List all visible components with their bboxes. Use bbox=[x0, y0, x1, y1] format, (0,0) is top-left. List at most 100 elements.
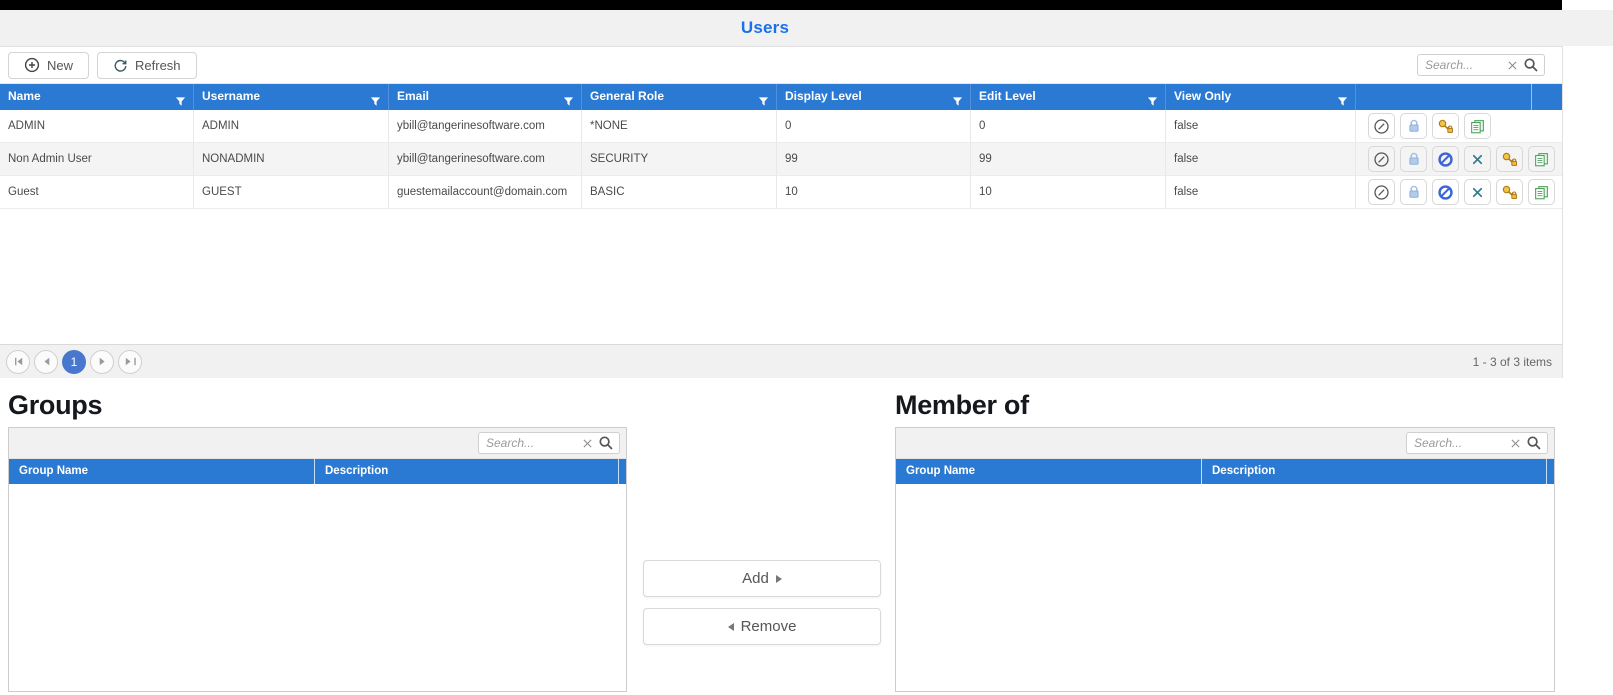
copy-user-button[interactable] bbox=[1528, 146, 1555, 172]
member-of-search-input[interactable] bbox=[1414, 436, 1507, 450]
member-of-section-title: Member of bbox=[895, 390, 1029, 421]
block-user-button[interactable] bbox=[1432, 146, 1459, 172]
groups-grid-header: Group Name Description bbox=[9, 459, 626, 484]
column-header-description[interactable]: Description bbox=[314, 459, 618, 484]
users-grid-header: Name Username Email General Role Display… bbox=[0, 84, 1562, 110]
new-button[interactable]: New bbox=[8, 52, 89, 79]
plus-circle-icon bbox=[24, 57, 40, 73]
lock-user-button[interactable] bbox=[1400, 179, 1427, 205]
copy-user-button[interactable] bbox=[1464, 113, 1491, 139]
permissions-key-button[interactable] bbox=[1496, 146, 1523, 172]
clear-search-icon[interactable] bbox=[1507, 60, 1518, 71]
column-header-edit-level[interactable]: Edit Level bbox=[970, 84, 1165, 110]
page-title: Users bbox=[741, 18, 789, 38]
delete-x-icon bbox=[1470, 152, 1485, 167]
groups-section-title: Groups bbox=[8, 390, 102, 421]
cell-edit-level: 0 bbox=[970, 110, 1165, 142]
column-header-group-name[interactable]: Group Name bbox=[9, 459, 314, 484]
table-row-nonadmin[interactable]: Non Admin User NONADMIN ybill@tangerines… bbox=[0, 143, 1562, 176]
column-header-stub bbox=[1546, 459, 1554, 484]
cell-email: ybill@tangerinesoftware.com bbox=[388, 110, 581, 142]
block-icon bbox=[1437, 151, 1454, 168]
groups-panel: Group Name Description bbox=[8, 427, 627, 692]
column-header-actions bbox=[1355, 84, 1531, 110]
filter-funnel-icon[interactable] bbox=[1337, 91, 1348, 110]
column-header-view-only[interactable]: View Only bbox=[1165, 84, 1355, 110]
cell-username: GUEST bbox=[193, 176, 388, 208]
users-search-box bbox=[1417, 54, 1545, 76]
first-page-button[interactable] bbox=[6, 350, 30, 374]
row-actions bbox=[1355, 110, 1562, 142]
lock-icon bbox=[1406, 118, 1422, 134]
cell-name: Guest bbox=[0, 176, 193, 208]
cell-general-role: SECURITY bbox=[581, 143, 776, 175]
clear-search-icon[interactable] bbox=[1510, 438, 1521, 449]
add-button-label: Add bbox=[742, 570, 769, 587]
column-header-display-level[interactable]: Display Level bbox=[776, 84, 970, 110]
filter-funnel-icon[interactable] bbox=[175, 91, 186, 110]
remove-button-label: Remove bbox=[741, 618, 797, 635]
cell-name: Non Admin User bbox=[0, 143, 193, 175]
permissions-key-button[interactable] bbox=[1496, 179, 1523, 205]
cell-view-only: false bbox=[1165, 110, 1355, 142]
permissions-key-button[interactable] bbox=[1432, 113, 1459, 139]
add-button[interactable]: Add bbox=[643, 560, 881, 597]
lock-icon bbox=[1406, 151, 1422, 167]
edit-user-button[interactable] bbox=[1368, 146, 1395, 172]
block-user-button[interactable] bbox=[1432, 179, 1459, 205]
pager-summary: 1 - 3 of 3 items bbox=[1473, 355, 1552, 369]
key-permissions-icon bbox=[1501, 151, 1518, 168]
new-button-label: New bbox=[47, 58, 73, 73]
arrow-left-icon bbox=[728, 623, 734, 631]
column-header-email[interactable]: Email bbox=[388, 84, 581, 110]
filter-funnel-icon[interactable] bbox=[563, 91, 574, 110]
cell-view-only: false bbox=[1165, 143, 1355, 175]
search-icon[interactable] bbox=[1526, 435, 1542, 451]
column-header-name[interactable]: Name bbox=[0, 84, 193, 110]
search-icon[interactable] bbox=[1523, 57, 1539, 73]
delete-user-button[interactable] bbox=[1464, 146, 1491, 172]
title-band: Users bbox=[0, 10, 1613, 46]
cell-edit-level: 10 bbox=[970, 176, 1165, 208]
clear-search-icon[interactable] bbox=[582, 438, 593, 449]
delete-user-button[interactable] bbox=[1464, 179, 1491, 205]
users-grid-toolbar: New Refresh bbox=[0, 47, 1562, 84]
refresh-button[interactable]: Refresh bbox=[97, 52, 197, 79]
column-header-general-role[interactable]: General Role bbox=[581, 84, 776, 110]
users-grid: New Refresh Name Username Email General … bbox=[0, 46, 1563, 378]
column-header-description[interactable]: Description bbox=[1201, 459, 1546, 484]
cell-username: NONADMIN bbox=[193, 143, 388, 175]
cell-username: ADMIN bbox=[193, 110, 388, 142]
cell-display-level: 10 bbox=[776, 176, 970, 208]
filter-funnel-icon[interactable] bbox=[952, 91, 963, 110]
edit-user-button[interactable] bbox=[1368, 179, 1395, 205]
copy-icon bbox=[1533, 151, 1550, 168]
remove-button[interactable]: Remove bbox=[643, 608, 881, 645]
groups-search-input[interactable] bbox=[486, 436, 579, 450]
lock-icon bbox=[1406, 184, 1422, 200]
edit-user-button[interactable] bbox=[1368, 113, 1395, 139]
copy-user-button[interactable] bbox=[1528, 179, 1555, 205]
pager: 1 1 - 3 of 3 items bbox=[0, 344, 1562, 378]
cell-name: ADMIN bbox=[0, 110, 193, 142]
filter-funnel-icon[interactable] bbox=[758, 91, 769, 110]
search-icon[interactable] bbox=[598, 435, 614, 451]
last-page-button[interactable] bbox=[118, 350, 142, 374]
filter-funnel-icon[interactable] bbox=[370, 91, 381, 110]
table-row-admin[interactable]: ADMIN ADMIN ybill@tangerinesoftware.com … bbox=[0, 110, 1562, 143]
lock-user-button[interactable] bbox=[1400, 146, 1427, 172]
column-header-username[interactable]: Username bbox=[193, 84, 388, 110]
lock-user-button[interactable] bbox=[1400, 113, 1427, 139]
table-row-guest[interactable]: Guest GUEST guestemailaccount@domain.com… bbox=[0, 176, 1562, 209]
users-search-input[interactable] bbox=[1425, 58, 1504, 72]
key-permissions-icon bbox=[1501, 184, 1518, 201]
next-page-button[interactable] bbox=[90, 350, 114, 374]
cell-edit-level: 99 bbox=[970, 143, 1165, 175]
previous-page-button[interactable] bbox=[34, 350, 58, 374]
column-header-stub bbox=[618, 459, 626, 484]
filter-funnel-icon[interactable] bbox=[1147, 91, 1158, 110]
current-page-button[interactable]: 1 bbox=[62, 350, 86, 374]
cell-display-level: 99 bbox=[776, 143, 970, 175]
row-actions bbox=[1355, 176, 1562, 208]
column-header-group-name[interactable]: Group Name bbox=[896, 459, 1201, 484]
